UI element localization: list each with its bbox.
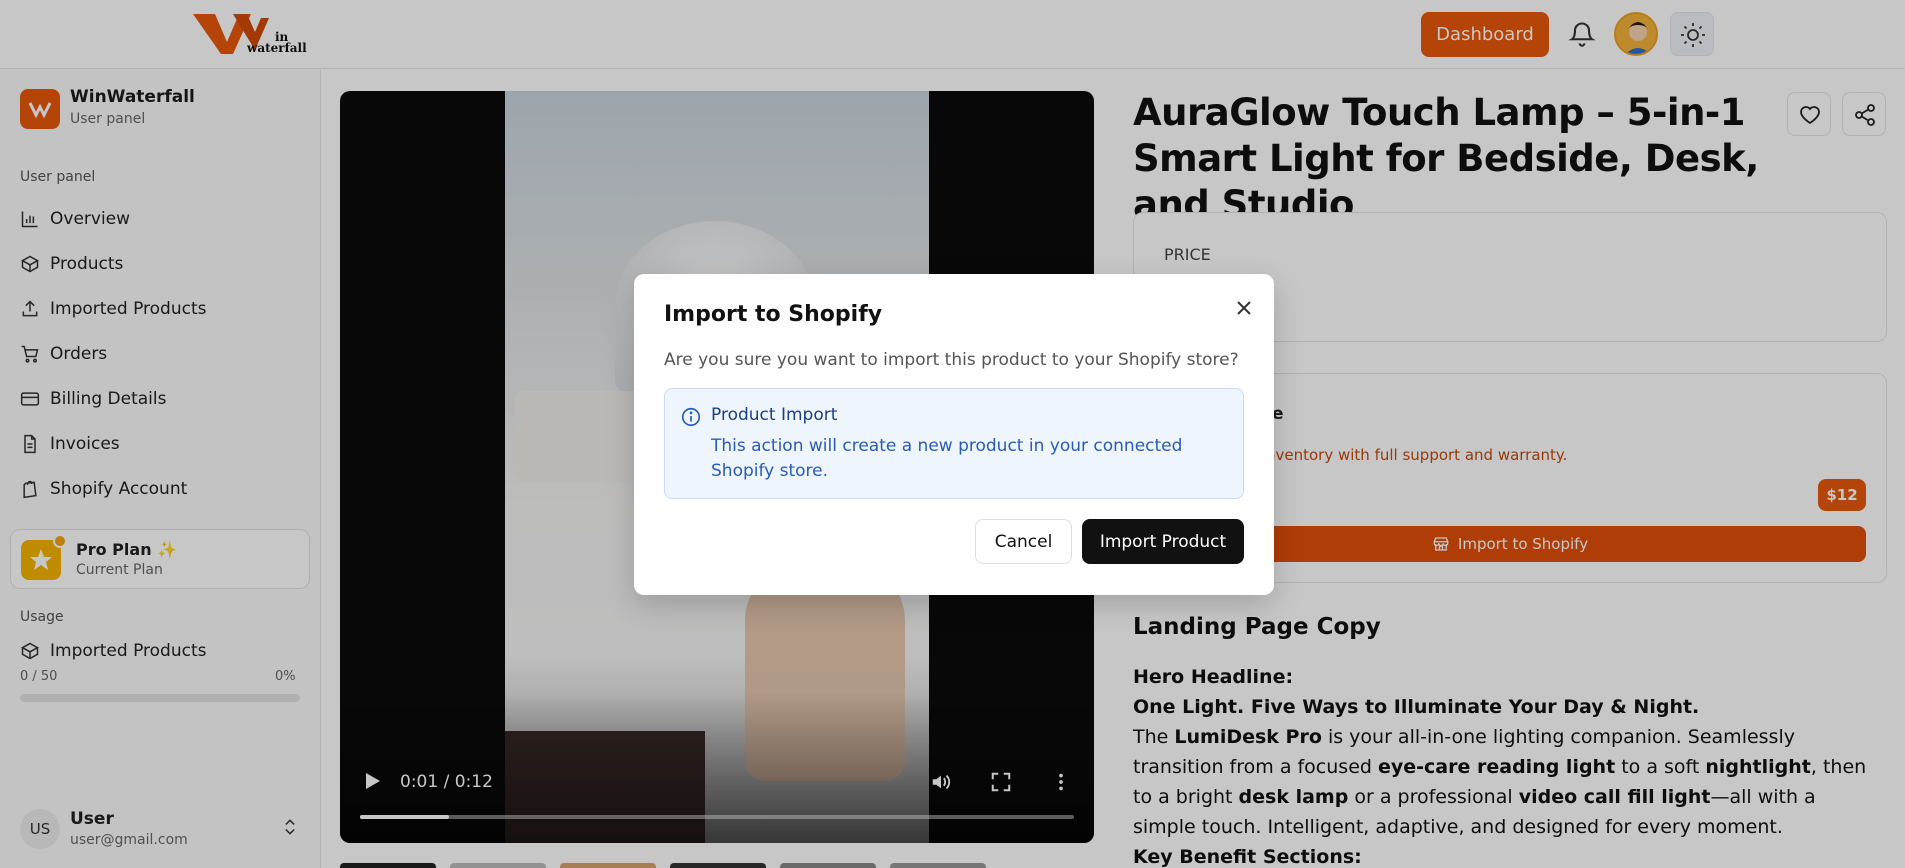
modal-title: Import to Shopify <box>664 302 883 327</box>
info-title: Product Import <box>711 405 838 425</box>
modal-description: Are you sure you want to import this pro… <box>664 350 1239 370</box>
close-icon[interactable] <box>1232 296 1256 320</box>
import-product-button[interactable]: Import Product <box>1082 519 1244 564</box>
info-icon <box>681 407 701 427</box>
import-modal: Import to Shopify Are you sure you want … <box>634 274 1274 595</box>
info-alert: Product Import This action will create a… <box>664 388 1244 499</box>
cancel-button[interactable]: Cancel <box>975 519 1072 564</box>
info-description: This action will create a new product in… <box>711 436 1183 481</box>
